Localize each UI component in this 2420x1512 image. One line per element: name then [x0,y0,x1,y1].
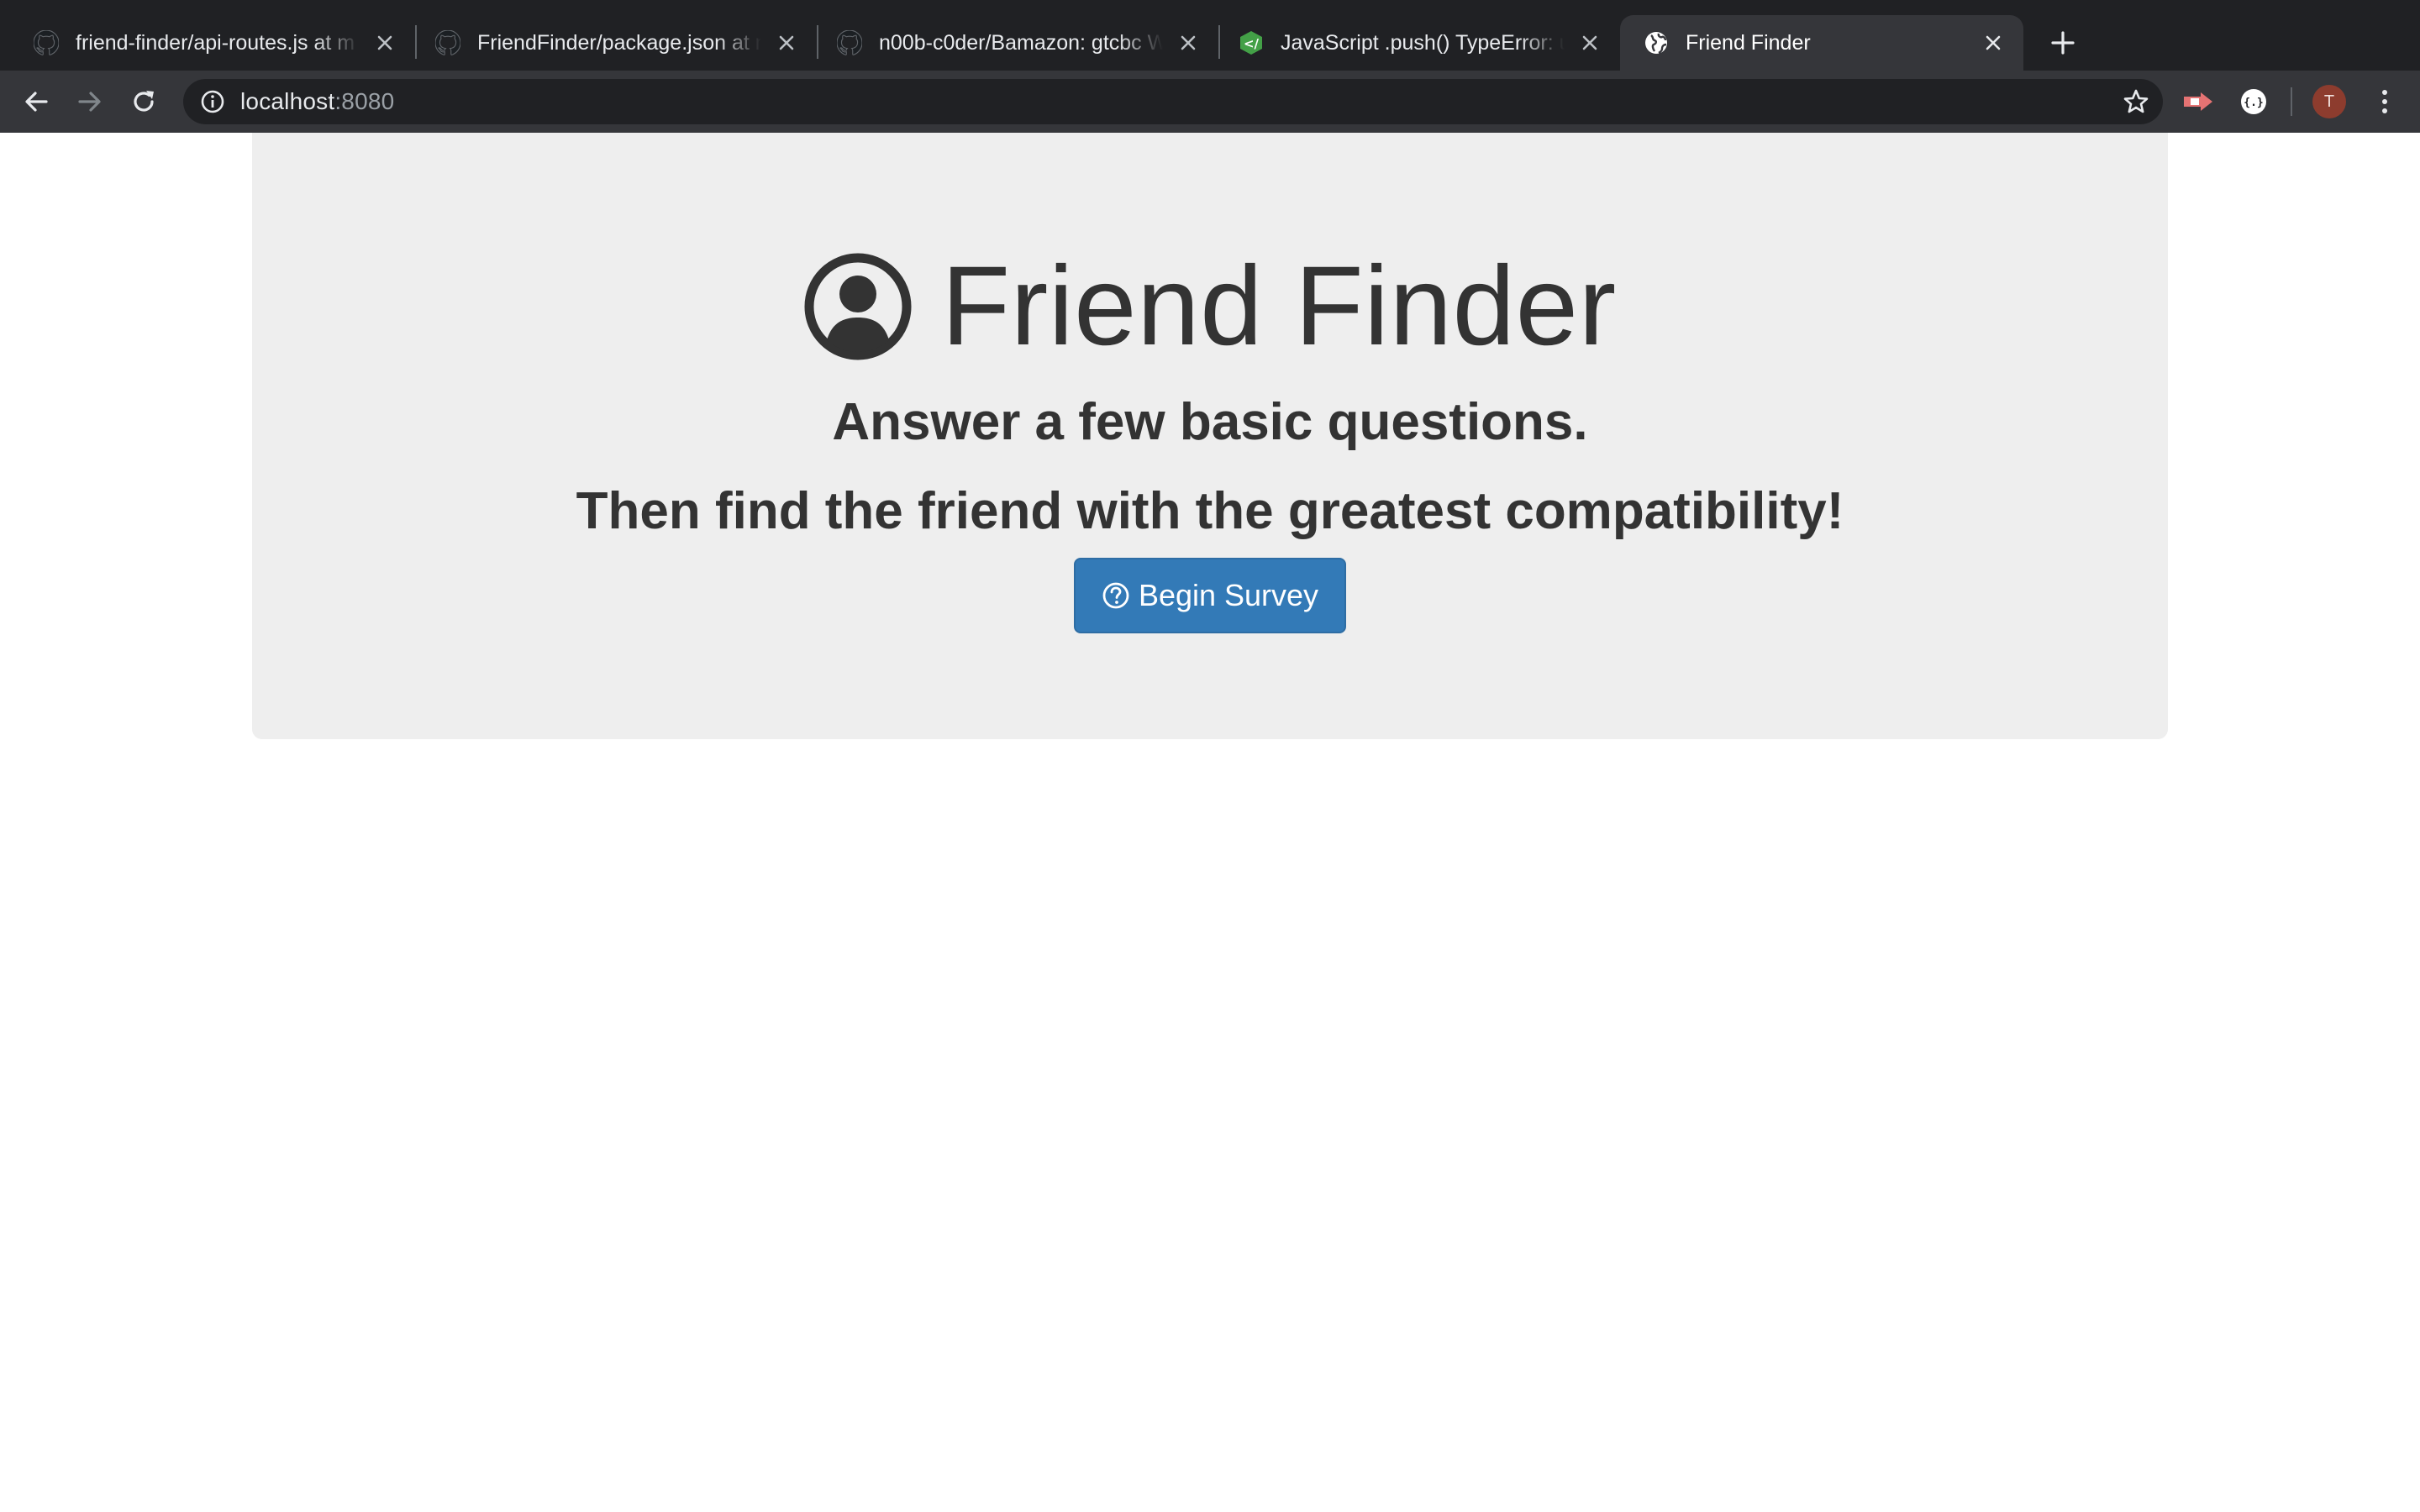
globe-icon [1642,29,1670,57]
back-arrow-icon[interactable] [17,82,55,121]
page-header: Friend Finder [252,250,2168,363]
url-host: localhost [240,88,335,114]
close-tab-icon[interactable] [1980,29,2007,56]
reload-icon[interactable] [124,82,163,121]
browser-tab[interactable]: friend-finder/api-routes.js at m [0,15,415,71]
question-circle-icon [1102,582,1129,609]
codecademy-icon: </ [1237,29,1265,57]
new-tab-icon[interactable] [2044,24,2082,62]
svg-text:{.}: {.} [2244,97,2263,109]
svg-text:</: </ [1244,36,1260,51]
browser-toolbar: localhost:8080 {.} T [0,71,2420,133]
page-title: Friend Finder [941,244,1617,369]
tab-title: Friend Finder [1686,30,1811,55]
browser-tab[interactable]: </ JavaScript .push() TypeError: u [1205,15,1620,71]
close-tab-icon[interactable] [1576,29,1603,56]
begin-survey-label: Begin Survey [1138,578,1319,612]
address-bar[interactable]: localhost:8080 [183,79,2163,124]
browser-tab-strip: friend-finder/api-routes.js at m FriendF… [0,0,2420,71]
bookmark-star-icon[interactable] [2121,87,2151,117]
close-tab-icon[interactable] [1175,29,1202,56]
close-tab-icon[interactable] [773,29,800,56]
tab-title: friend-finder/api-routes.js at m [76,30,355,55]
begin-survey-button[interactable]: Begin Survey [1074,558,1346,633]
profile-avatar[interactable]: T [2312,85,2346,118]
tab-title: FriendFinder/package.json at m [477,30,761,55]
toolbar-separator [2291,87,2292,116]
user-circle-icon [804,253,912,360]
close-tab-icon[interactable] [371,29,398,56]
extension-icon[interactable] [2181,85,2215,118]
lead-text-1: Answer a few basic questions. [832,393,1588,451]
jumbotron: Friend Finder Answer a few basic questio… [252,133,2168,739]
url-text[interactable]: localhost:8080 [240,88,394,115]
forward-arrow-icon[interactable] [71,82,109,121]
url-port: :8080 [334,88,395,114]
lead-text-2: Then find the friend with the greatest c… [576,482,1844,540]
browser-tab[interactable]: n00b-c0der/Bamazon: gtcbc W [803,15,1218,71]
github-icon [835,29,864,57]
github-icon [32,29,60,57]
browser-tab-active[interactable]: Friend Finder [1620,15,2023,71]
site-info-icon[interactable] [200,89,225,114]
tab-title: n00b-c0der/Bamazon: gtcbc W [879,30,1163,55]
browser-tab[interactable]: FriendFinder/package.json at m [402,15,817,71]
tab-title: JavaScript .push() TypeError: u [1281,30,1565,55]
extension-icon[interactable]: {.} [2237,85,2270,118]
github-icon [434,29,462,57]
menu-kebab-icon[interactable] [2368,85,2402,118]
